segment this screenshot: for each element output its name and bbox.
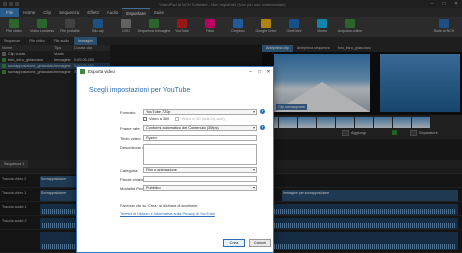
format-info-icon[interactable]: i [260, 109, 265, 114]
dialog-title: Esporta video [88, 69, 115, 74]
description-textarea[interactable] [143, 144, 257, 165]
dialog-title-bar: Esporta video – □ ✕ [77, 67, 273, 76]
dialog-close-button[interactable]: ✕ [264, 69, 273, 75]
youtube-terms-link[interactable]: Termini di Utilizzo e Informativa sulla … [120, 212, 215, 216]
format-label: Formato: [120, 110, 137, 115]
app-icon [80, 69, 85, 74]
video-360-checkbox[interactable]: Video a 360 [143, 117, 169, 121]
create-button[interactable]: Crea [223, 239, 245, 247]
export-video-dialog: Esporta video – □ ✕ Scegli impostazioni … [76, 66, 274, 253]
privacy-select[interactable]: Pubblico ▾ [143, 185, 257, 191]
chevron-down-icon: ▾ [252, 185, 255, 190]
dialog-minimize-button[interactable]: – [246, 69, 255, 75]
category-select[interactable]: Film e animazione ▾ [143, 167, 257, 173]
video-3d-checkbox[interactable]: Video in 3D (side-by-side) [175, 117, 225, 121]
category-label: Categoria: [120, 168, 139, 173]
video-options: Video a 360 Video in 3D (side-by-side) [143, 117, 231, 121]
frame-rate-info-icon[interactable]: i [260, 125, 265, 130]
chevron-down-icon: ▾ [252, 167, 255, 172]
agreement-text: Facendo clic su 'Crea,' si dichiara di a… [120, 204, 199, 208]
video-title-label: Titolo video: [120, 136, 142, 141]
frame-rate-select[interactable]: Conformi automatico del Contenuto (30fps… [143, 125, 257, 131]
dialog-heading: Scegli impostazioni per YouTube [89, 87, 191, 94]
chevron-down-icon: ▾ [252, 109, 255, 114]
cancel-button[interactable]: Cancel [249, 239, 271, 247]
video-title-input[interactable]: Ryzen [143, 135, 257, 141]
frame-rate-label: Frame rate: [120, 126, 141, 131]
tags-input[interactable] [143, 176, 257, 182]
format-select[interactable]: YouTube 720p ▾ [143, 109, 257, 115]
dialog-maximize-button[interactable]: □ [255, 69, 264, 75]
chevron-down-icon: ▾ [252, 125, 255, 130]
